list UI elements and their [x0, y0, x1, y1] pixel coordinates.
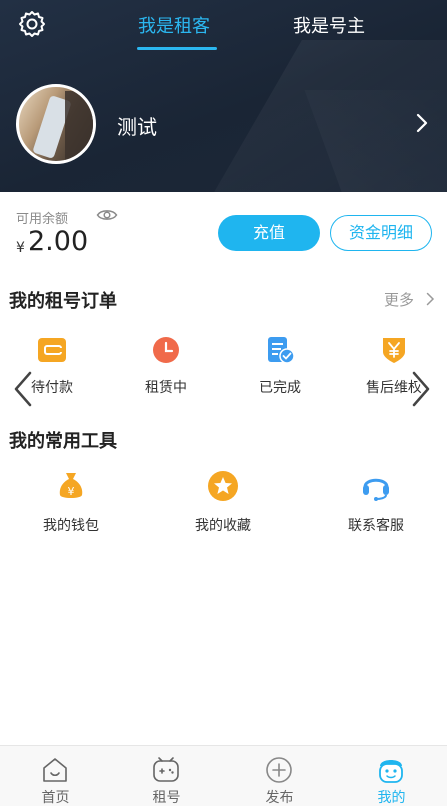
tabbar-label: 我的: [377, 790, 406, 806]
tool-my-wallet[interactable]: ¥ 我的钱包: [16, 470, 126, 540]
profile-face-icon: [379, 760, 403, 783]
orders-section-title: 我的租号订单: [9, 291, 117, 312]
svg-text:¥: ¥: [68, 485, 75, 498]
avatar[interactable]: [16, 84, 96, 164]
tab-owner[interactable]: 我是号主: [293, 12, 365, 38]
recharge-button[interactable]: 充值: [218, 215, 320, 251]
chevron-left-icon[interactable]: [10, 370, 36, 408]
balance-amount: 2.00: [28, 226, 89, 257]
star-icon: [208, 471, 238, 501]
tabbar-item-home[interactable]: 首页: [0, 746, 111, 806]
tool-item-label: 我的钱包: [43, 518, 99, 534]
balance-label: 可用余额: [16, 212, 69, 227]
tool-item-label: 我的收藏: [195, 518, 251, 534]
order-item-label: 已完成: [259, 380, 301, 396]
tab-renter[interactable]: 我是租客: [138, 12, 210, 38]
order-renting[interactable]: 租赁中: [126, 336, 206, 396]
chevron-right-icon[interactable]: [415, 112, 429, 134]
tabbar-label: 首页: [41, 790, 70, 806]
tabbar-item-publish[interactable]: 发布: [224, 746, 335, 806]
tools-section-title: 我的常用工具: [9, 431, 117, 452]
tabbar-label: 租号: [152, 790, 181, 806]
bottom-tab-bar: 首页 租号 发布 我的: [0, 745, 447, 806]
gamepad-icon: [153, 757, 179, 782]
currency-symbol: ¥: [16, 240, 25, 256]
username: 测试: [117, 115, 157, 139]
gear-icon[interactable]: [18, 10, 46, 38]
fund-details-button[interactable]: 资金明细: [330, 215, 432, 251]
eye-icon[interactable]: [96, 207, 118, 223]
yen-shield-icon: [383, 338, 405, 363]
order-item-label: 租赁中: [145, 380, 187, 396]
home-icon: [43, 758, 67, 782]
money-bag-icon: ¥: [59, 473, 83, 498]
tool-customer-service[interactable]: 联系客服: [321, 470, 431, 540]
active-tab-indicator: [137, 47, 217, 50]
more-link[interactable]: 更多: [384, 289, 414, 310]
clock-icon: [153, 337, 179, 363]
profile-header: 我是租客 我是号主 测试: [0, 0, 447, 192]
tool-item-label: 联系客服: [348, 518, 404, 534]
plus-circle-icon: [266, 757, 292, 783]
order-completed[interactable]: 已完成: [240, 336, 320, 396]
headset-icon: [363, 478, 389, 501]
chevron-right-icon[interactable]: [426, 292, 435, 306]
tabbar-item-rent[interactable]: 租号: [111, 746, 222, 806]
completed-doc-icon: [268, 337, 295, 364]
wallet-icon: [38, 338, 66, 362]
tabbar-label: 发布: [265, 790, 294, 806]
tool-my-favorites[interactable]: 我的收藏: [168, 470, 278, 540]
chevron-right-icon[interactable]: [408, 370, 434, 408]
tabbar-item-mine[interactable]: 我的: [336, 746, 447, 806]
